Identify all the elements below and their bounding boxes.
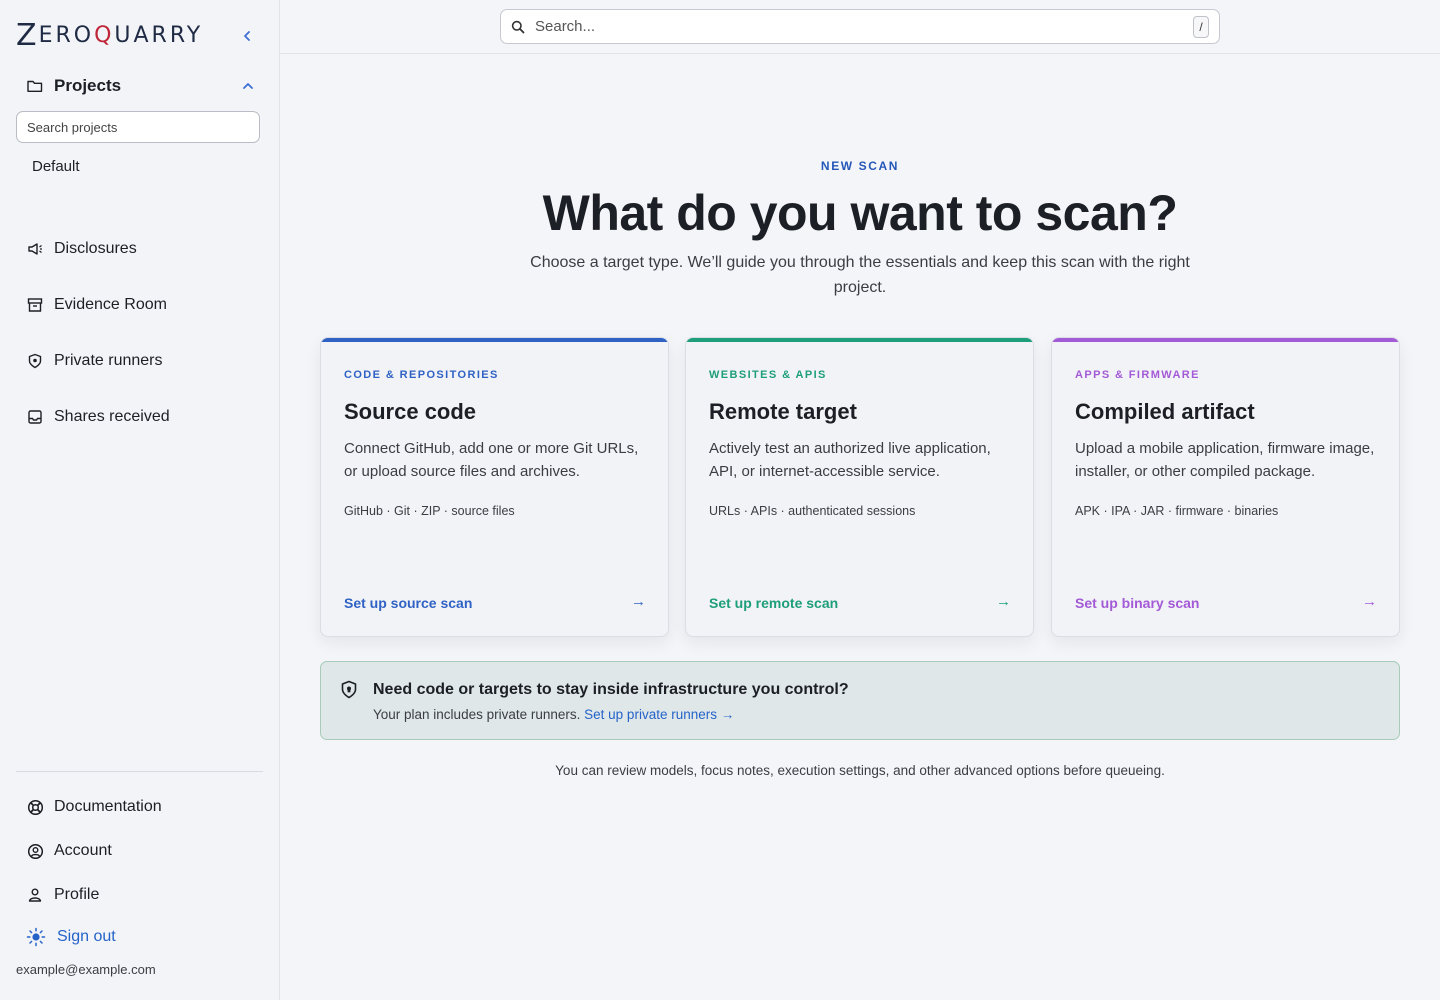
project-item-default[interactable]: Default bbox=[32, 158, 80, 175]
private-runners-notice: Need code or targets to stay inside infr… bbox=[320, 661, 1400, 740]
projects-section-toggle[interactable]: Projects bbox=[26, 74, 254, 98]
arrow-right-icon: → bbox=[631, 593, 646, 610]
card-accent-bar bbox=[1052, 338, 1399, 342]
sidebar-item-label: Private runners bbox=[54, 352, 163, 369]
user-email: example@example.com bbox=[16, 962, 156, 977]
card-category: CODE & REPOSITORIES bbox=[344, 369, 499, 381]
card-tags: URLs · APIs · authenticated sessions bbox=[709, 504, 916, 518]
card-compiled-artifact[interactable]: APPS & FIRMWARE Compiled artifact Upload… bbox=[1051, 337, 1400, 637]
logo-letters-uarry: UARRY bbox=[114, 22, 204, 48]
sign-out-label: Sign out bbox=[57, 928, 116, 945]
card-description: Upload a mobile application, firmware im… bbox=[1075, 440, 1375, 480]
sidebar-divider bbox=[16, 771, 263, 772]
sidebar-item-label: Shares received bbox=[54, 408, 170, 425]
sidebar-item-label: Documentation bbox=[54, 798, 162, 815]
sun-icon bbox=[26, 927, 46, 947]
collapse-sidebar-button[interactable] bbox=[238, 26, 256, 46]
global-search-box[interactable]: / bbox=[500, 9, 1220, 44]
projects-label: Projects bbox=[54, 76, 122, 95]
logo-letters-ero: ERO bbox=[38, 22, 95, 48]
card-source-code[interactable]: CODE & REPOSITORIES Source code Connect … bbox=[320, 337, 669, 637]
search-projects-input[interactable] bbox=[16, 111, 260, 143]
card-tags: APK · IPA · JAR · firmware · binaries bbox=[1075, 504, 1279, 518]
search-icon bbox=[511, 20, 525, 33]
card-tags: GitHub · Git · ZIP · source files bbox=[344, 504, 515, 518]
shield-icon bbox=[26, 352, 44, 370]
card-title: Source code bbox=[344, 399, 477, 424]
set-up-binary-scan-link[interactable]: Set up binary scan bbox=[1075, 595, 1199, 611]
archive-icon bbox=[26, 296, 44, 314]
user-icon bbox=[26, 886, 44, 904]
sidebar-item-label: Account bbox=[54, 842, 112, 859]
sidebar-item-documentation[interactable]: Documentation bbox=[26, 794, 162, 820]
global-search-input[interactable] bbox=[535, 18, 1193, 35]
set-up-private-runners-link[interactable]: Set up private runners → bbox=[584, 707, 734, 722]
card-category: WEBSITES & APIS bbox=[709, 369, 827, 381]
set-up-remote-scan-link[interactable]: Set up remote scan bbox=[709, 595, 838, 611]
sidebar-item-account[interactable]: Account bbox=[26, 838, 112, 864]
lifebuoy-icon bbox=[26, 798, 44, 816]
megaphone-icon bbox=[26, 240, 44, 258]
inbox-icon bbox=[26, 408, 44, 426]
top-bar: / bbox=[280, 0, 1440, 54]
search-shortcut-key: / bbox=[1193, 15, 1209, 38]
folder-icon bbox=[27, 80, 43, 92]
notice-body: Your plan includes private runners. Set … bbox=[373, 707, 734, 722]
notice-title: Need code or targets to stay inside infr… bbox=[373, 681, 849, 698]
app-logo[interactable]: Z ERO Q UARRY bbox=[16, 17, 204, 53]
card-accent-bar bbox=[686, 338, 1033, 342]
page-title: What do you want to scan? bbox=[542, 185, 1178, 241]
arrow-right-icon: → bbox=[1362, 593, 1377, 610]
sidebar-item-private-runners[interactable]: Private runners bbox=[26, 348, 163, 374]
card-accent-bar bbox=[321, 338, 668, 342]
sidebar-item-evidence-room[interactable]: Evidence Room bbox=[26, 292, 167, 318]
set-up-source-scan-link[interactable]: Set up source scan bbox=[344, 595, 472, 611]
chevron-left-icon bbox=[244, 31, 250, 41]
card-category: APPS & FIRMWARE bbox=[1075, 369, 1200, 381]
sidebar-item-shares-received[interactable]: Shares received bbox=[26, 404, 170, 430]
advanced-options-note: You can review models, focus notes, exec… bbox=[555, 763, 1165, 778]
logo-letter-z: Z bbox=[16, 17, 37, 53]
user-circle-icon bbox=[26, 842, 44, 860]
chevron-up-icon bbox=[243, 83, 253, 89]
arrow-right-icon: → bbox=[996, 593, 1011, 610]
sidebar-item-disclosures[interactable]: Disclosures bbox=[26, 236, 137, 262]
sidebar: Z ERO Q UARRY Projects Default Disclosur… bbox=[0, 0, 280, 1000]
sidebar-item-profile[interactable]: Profile bbox=[26, 882, 99, 908]
card-description: Connect GitHub, add one or more Git URLs… bbox=[344, 440, 639, 480]
card-title: Remote target bbox=[709, 399, 857, 424]
card-description: Actively test an authorized live applica… bbox=[709, 440, 991, 480]
page-subtitle: Choose a target type. We’ll guide you th… bbox=[530, 254, 1190, 296]
shield-icon bbox=[341, 680, 357, 699]
page-eyebrow: NEW SCAN bbox=[820, 159, 900, 173]
logo-letter-q: Q bbox=[94, 22, 115, 48]
sidebar-item-label: Profile bbox=[54, 886, 100, 903]
sidebar-item-label: Disclosures bbox=[54, 240, 137, 257]
notice-text: Your plan includes private runners. bbox=[373, 707, 581, 722]
sidebar-item-label: Evidence Room bbox=[54, 296, 167, 313]
card-title: Compiled artifact bbox=[1075, 399, 1255, 424]
sign-out-button[interactable]: Sign out bbox=[26, 924, 116, 950]
card-remote-target[interactable]: WEBSITES & APIS Remote target Actively t… bbox=[685, 337, 1034, 637]
